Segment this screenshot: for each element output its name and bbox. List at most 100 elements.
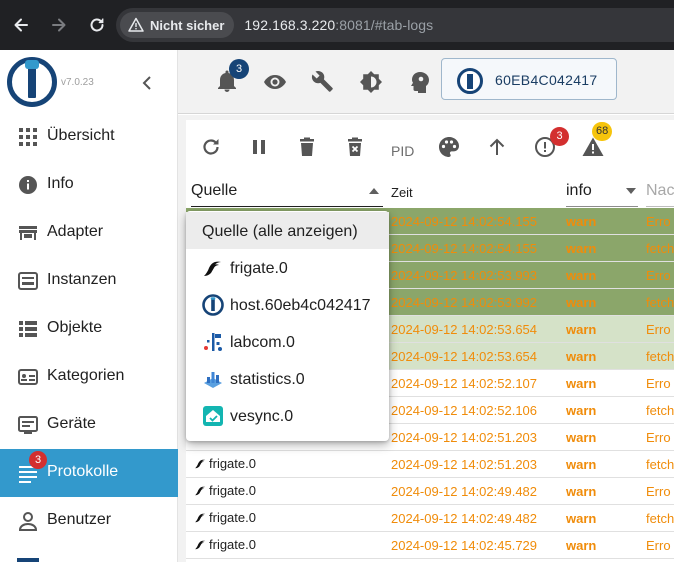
frigate-icon (204, 261, 221, 276)
caret-up-icon (369, 188, 379, 194)
log-source: frigate.0 (209, 483, 256, 498)
delete-icon[interactable] (295, 135, 319, 159)
expert-mode-head-icon[interactable] (406, 69, 432, 95)
app-toolbar: 3 60EB4C042417 (178, 50, 674, 114)
wrench-icon[interactable] (310, 69, 336, 95)
log-message: fetch (646, 349, 674, 364)
log-message: Erro (646, 430, 671, 445)
sidebar-item-kategorien[interactable]: Kategorien (0, 353, 178, 401)
sidebar-item-label: Protokolle (47, 463, 119, 480)
instances-icon (18, 272, 38, 290)
delete-forever-icon[interactable] (343, 135, 367, 159)
sidebar-item-benutzer[interactable]: Benutzer (0, 497, 178, 545)
sidebar-item-label: Kategorien (47, 367, 125, 384)
log-row: frigate.0 2024-09-12 14:02:49.482 warn Erro (186, 478, 674, 505)
collapse-chevron-icon[interactable] (138, 72, 156, 94)
reload-icon[interactable] (82, 10, 112, 40)
sidebar-item-protokolle[interactable]: 3 Protokolle (0, 449, 178, 497)
source-option-vesync[interactable]: vesync.0 (186, 397, 389, 434)
log-severity: warn (566, 214, 597, 229)
source-option-label: labcom.0 (230, 334, 295, 351)
message-filter-input[interactable]: Nac (646, 175, 674, 207)
log-source: frigate.0 (209, 537, 256, 552)
sidebar-item-label: Übersicht (47, 127, 115, 144)
log-time: 2024-09-12 14:02:51.203 (391, 430, 538, 445)
sidebar-item-geraete[interactable]: Geräte (0, 401, 178, 449)
labcom-icon (204, 333, 222, 351)
palette-icon[interactable] (437, 135, 461, 159)
source-option-labcom[interactable]: labcom.0 (186, 323, 389, 360)
frigate-icon (195, 459, 206, 469)
user-icon (18, 512, 38, 531)
log-row: frigate.0 2024-09-12 14:02:51.203 warn fetc… (186, 451, 674, 478)
log-message: Erro (646, 484, 671, 499)
sidebar-item-uebersicht[interactable]: Übersicht (0, 113, 178, 161)
sidebar-item-instanzen[interactable]: Instanzen (0, 257, 178, 305)
devices-icon (18, 416, 38, 434)
log-severity: warn (566, 295, 597, 310)
log-message: Erro (646, 322, 671, 337)
log-source-cell: frigate.0 (191, 532, 386, 559)
host-label: 60EB4C042417 (495, 72, 598, 88)
log-message: fetch (646, 457, 674, 472)
forward-arrow-icon[interactable] (44, 10, 74, 40)
host-selector-button[interactable]: 60EB4C042417 (441, 58, 617, 100)
frigate-icon (195, 486, 206, 496)
sidebar-item-label: Benutzer (47, 511, 112, 528)
eye-icon[interactable] (262, 69, 288, 95)
log-severity: warn (566, 484, 597, 499)
iobroker-logo[interactable] (7, 57, 57, 107)
sidebar-item-label: Instanzen (47, 271, 117, 288)
log-row: frigate.0 2024-09-12 14:02:45.729 warn Erro (186, 532, 674, 559)
sidebar-item-label: Objekte (47, 319, 103, 336)
caret-down-icon (626, 188, 636, 194)
error-count-badge: 3 (550, 127, 569, 146)
warning-triangle-icon (128, 17, 144, 32)
frigate-icon (195, 513, 206, 523)
security-chip[interactable]: Nicht sicher (120, 12, 235, 38)
source-option-label: host.60eb4c042417 (230, 297, 371, 314)
sidebar-item-label: Geräte (47, 415, 96, 432)
log-time: 2024-09-12 14:02:54.155 (391, 214, 538, 229)
log-time: 2024-09-12 14:02:53.993 (391, 268, 538, 283)
source-option-all[interactable]: Quelle (alle anzeigen) (186, 212, 389, 249)
log-source-cell: frigate.0 (191, 451, 386, 478)
source-filter-select[interactable]: Quelle (191, 175, 383, 207)
source-option-host[interactable]: host.60eb4c042417 (186, 286, 389, 323)
sidebar-item-info[interactable]: Info (0, 161, 178, 209)
source-option-label: Quelle (alle anzeigen) (202, 223, 358, 240)
log-source: frigate.0 (209, 510, 256, 525)
message-header-label: Nac (646, 182, 674, 199)
log-time: 2024-09-12 14:02:52.106 (391, 403, 538, 418)
source-option-label: vesync.0 (230, 408, 294, 425)
log-time: 2024-09-12 14:02:45.729 (391, 538, 538, 553)
sidebar-item-objekte[interactable]: Objekte (0, 305, 178, 353)
source-option-label: statistics.0 (230, 371, 305, 388)
source-option-frigate[interactable]: frigate.0 (186, 249, 389, 286)
log-message: Erro (646, 214, 671, 229)
refresh-icon[interactable] (199, 135, 223, 159)
log-source-cell: frigate.0 (191, 505, 386, 532)
back-arrow-icon[interactable] (6, 10, 36, 40)
sidebar: v7.0.23 Übersicht Info Adapter Instanzen (0, 50, 178, 562)
severity-filter-select[interactable]: info (566, 175, 638, 207)
pause-icon[interactable] (247, 135, 271, 159)
source-option-statistics[interactable]: statistics.0 (186, 360, 389, 397)
pid-toggle[interactable]: PID (391, 143, 414, 159)
sidebar-item-partial (17, 558, 39, 562)
security-label: Nicht sicher (150, 17, 225, 33)
log-message: fetch (646, 241, 674, 256)
time-header-label: Zeit (391, 185, 413, 200)
log-severity: warn (566, 376, 597, 391)
browser-toolbar: Nicht sicher 192.168.3.220:8081/#tab-log… (0, 0, 674, 50)
log-row: frigate.0 2024-09-12 14:02:49.482 warn fetc… (186, 505, 674, 532)
sidebar-item-adapter[interactable]: Adapter (0, 209, 178, 257)
log-time: 2024-09-12 14:02:53.992 (391, 295, 538, 310)
log-severity: warn (566, 268, 597, 283)
address-bar[interactable]: Nicht sicher 192.168.3.220:8081/#tab-log… (116, 8, 674, 42)
grid-icon (19, 128, 37, 146)
log-time: 2024-09-12 14:02:51.203 (391, 457, 538, 472)
info-icon (19, 176, 37, 194)
arrow-up-icon[interactable] (485, 135, 509, 159)
brightness-icon[interactable] (358, 69, 384, 95)
